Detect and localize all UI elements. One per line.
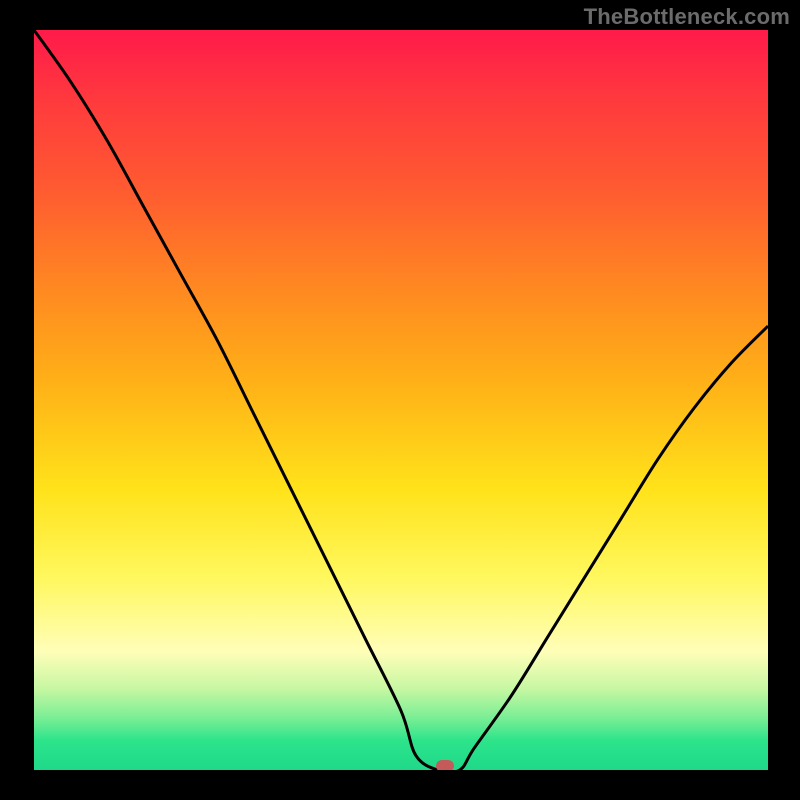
bottleneck-curve bbox=[34, 30, 768, 770]
optimal-point-marker bbox=[436, 760, 454, 770]
plot-area bbox=[34, 30, 768, 770]
chart-frame: TheBottleneck.com bbox=[0, 0, 800, 800]
curve-path bbox=[34, 30, 768, 770]
watermark-text: TheBottleneck.com bbox=[584, 4, 790, 30]
